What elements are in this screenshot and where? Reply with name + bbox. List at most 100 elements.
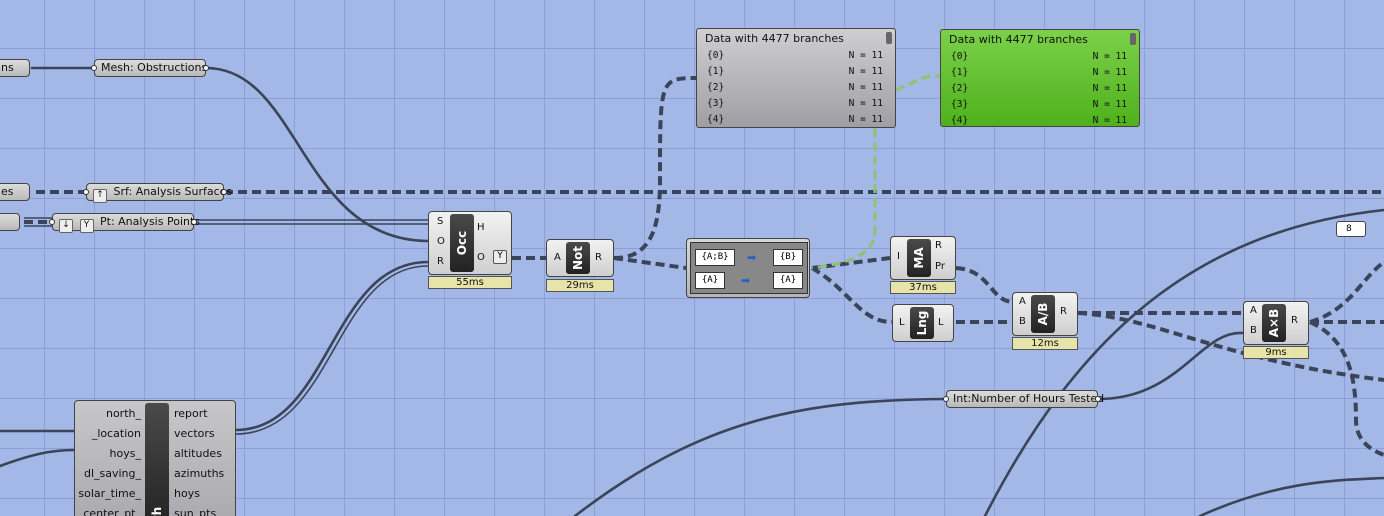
panel-scrollbar[interactable] xyxy=(886,32,892,44)
input-north[interactable]: north_ xyxy=(78,404,141,424)
input-a[interactable]: A xyxy=(1250,305,1257,316)
input-b[interactable]: B xyxy=(1250,325,1257,336)
input-l[interactable]: L xyxy=(899,317,905,328)
input-i[interactable]: I xyxy=(897,251,900,262)
timer-ma: 37ms xyxy=(890,281,956,294)
component-nickname: Not xyxy=(571,245,585,271)
output-altitudes[interactable]: altitudes xyxy=(174,444,224,464)
grasshopper-canvas[interactable]: ns es Mesh: Obstructions ↑ Srf: Analysis… xyxy=(0,0,1384,516)
component-core: Not xyxy=(566,242,590,274)
component-sunpath[interactable]: north_ _location hoys_ dl_saving_ solar_… xyxy=(74,400,236,516)
output-grip[interactable] xyxy=(221,189,227,195)
output-azimuths[interactable]: azimuths xyxy=(174,464,224,484)
input-grip[interactable] xyxy=(91,65,97,71)
param-pt-analysis-points[interactable]: ↓ Y Pt: Analysis Points xyxy=(49,213,200,233)
input-grip[interactable] xyxy=(943,396,949,402)
param-int-hours-tested[interactable]: Int:Number of Hours Tested xyxy=(943,390,1104,408)
component-list-length[interactable]: L Lng L xyxy=(892,304,954,342)
arrow-down-icon: ↓ xyxy=(59,219,73,233)
component-core: MA xyxy=(907,239,931,277)
component-nickname: A×B xyxy=(1267,308,1281,338)
param-label: ns xyxy=(1,61,14,74)
param-label: es xyxy=(1,185,14,198)
param-label: Srf: Analysis Surfaces xyxy=(113,185,233,198)
output-r[interactable]: R xyxy=(595,252,602,263)
component-nickname: Occ xyxy=(455,230,469,256)
output-vectors[interactable]: vectors xyxy=(174,424,224,444)
panel-row: {2} N = 11 xyxy=(951,83,1127,94)
panel-data-green[interactable]: Data with 4477 branches {0} N = 11 {1} N =… xyxy=(940,29,1140,127)
input-grip[interactable] xyxy=(83,189,89,195)
component-mass-addition[interactable]: I MA R Pr xyxy=(890,236,956,280)
param-label: Pt: Analysis Points xyxy=(100,215,201,228)
output-sun-pts[interactable]: sun_pts xyxy=(174,504,224,516)
panel-value: 8 xyxy=(1346,224,1352,234)
param-stub-blank[interactable] xyxy=(0,213,20,231)
output-o[interactable]: O xyxy=(477,252,485,263)
component-multiplication[interactable]: A B A×B R xyxy=(1243,301,1309,345)
timer-multiplication: 9ms xyxy=(1243,346,1309,359)
param-mesh-obstructions[interactable]: Mesh: Obstructions xyxy=(91,59,209,77)
panel-row: {1} N = 11 xyxy=(707,66,883,77)
input-solar-time[interactable]: solar_time_ xyxy=(78,484,141,504)
panel-title: Data with 4477 branches xyxy=(705,32,844,45)
input-location[interactable]: _location xyxy=(78,424,141,444)
timer-not: 29ms xyxy=(546,279,614,292)
component-nickname: ath xyxy=(150,507,164,516)
component-division[interactable]: A B A/B R xyxy=(1012,292,1078,336)
panel-row: {3} N = 11 xyxy=(951,99,1127,110)
input-r[interactable]: R xyxy=(437,256,444,267)
output-grip[interactable] xyxy=(191,219,197,225)
timer-occ: 55ms xyxy=(428,276,512,289)
input-grip[interactable] xyxy=(49,219,55,225)
graft-icon[interactable]: Y xyxy=(493,250,507,264)
component-core: Lng xyxy=(910,307,934,339)
arrow-right-icon: ➡ xyxy=(747,251,757,264)
component-not[interactable]: A Not R xyxy=(546,239,614,277)
input-s[interactable]: S xyxy=(437,216,443,227)
sunpath-inputs: north_ _location hoys_ dl_saving_ solar_… xyxy=(78,404,141,516)
mapper-target-0: {B} xyxy=(773,249,803,266)
param-srf-analysis-surfaces[interactable]: ↑ Srf: Analysis Surfaces xyxy=(83,183,232,203)
input-b[interactable]: B xyxy=(1019,316,1026,327)
panel-data-gray[interactable]: Data with 4477 branches {0} N = 11 {1} N =… xyxy=(696,28,896,128)
component-core: Occ xyxy=(450,214,474,272)
panel-row: {0} N = 11 xyxy=(707,50,883,61)
mapper-source-0: {A;B} xyxy=(695,249,735,266)
input-o[interactable]: O xyxy=(437,236,445,247)
panel-scrollbar[interactable] xyxy=(1130,33,1136,45)
panel-title: Data with 4477 branches xyxy=(949,33,1088,46)
filter-icon: Y xyxy=(79,219,94,233)
component-occlusion[interactable]: S O R Occ H O Y xyxy=(428,211,512,275)
param-stub-ns[interactable]: ns xyxy=(0,59,30,77)
timer-division: 12ms xyxy=(1012,337,1078,350)
panel-number-8[interactable]: 8 xyxy=(1336,221,1366,237)
output-r[interactable]: R xyxy=(1291,315,1298,326)
output-hoys[interactable]: hoys xyxy=(174,484,224,504)
output-report[interactable]: report xyxy=(174,404,224,424)
input-a[interactable]: A xyxy=(1019,296,1026,307)
param-label: Int:Number of Hours Tested xyxy=(953,392,1105,405)
output-pr[interactable]: Pr xyxy=(935,261,945,272)
panel-row: {1} N = 11 xyxy=(951,67,1127,78)
mapper-source-1: {A} xyxy=(695,272,725,289)
arrow-right-icon: ➡ xyxy=(741,274,751,287)
output-grip[interactable] xyxy=(1095,396,1101,402)
component-nickname: MA xyxy=(912,247,926,269)
param-stub-es[interactable]: es xyxy=(0,183,30,201)
panel-row: {3} N = 11 xyxy=(707,98,883,109)
component-core: A×B xyxy=(1262,304,1286,342)
output-r[interactable]: R xyxy=(935,240,942,251)
input-a[interactable]: A xyxy=(554,252,561,263)
input-hoys[interactable]: hoys_ xyxy=(78,444,141,464)
output-h[interactable]: H xyxy=(477,222,485,233)
panel-row: {2} N = 11 xyxy=(707,82,883,93)
output-r[interactable]: R xyxy=(1060,306,1067,317)
component-nickname: Lng xyxy=(915,310,929,336)
input-dl-saving[interactable]: dl_saving_ xyxy=(78,464,141,484)
component-core: A/B xyxy=(1031,295,1055,333)
output-l[interactable]: L xyxy=(938,317,944,328)
output-grip[interactable] xyxy=(203,65,209,71)
component-path-mapper[interactable]: {A;B} ➡ {B} {A} ➡ {A} xyxy=(686,238,810,298)
input-center-pt[interactable]: _center_pt_ xyxy=(78,504,141,516)
